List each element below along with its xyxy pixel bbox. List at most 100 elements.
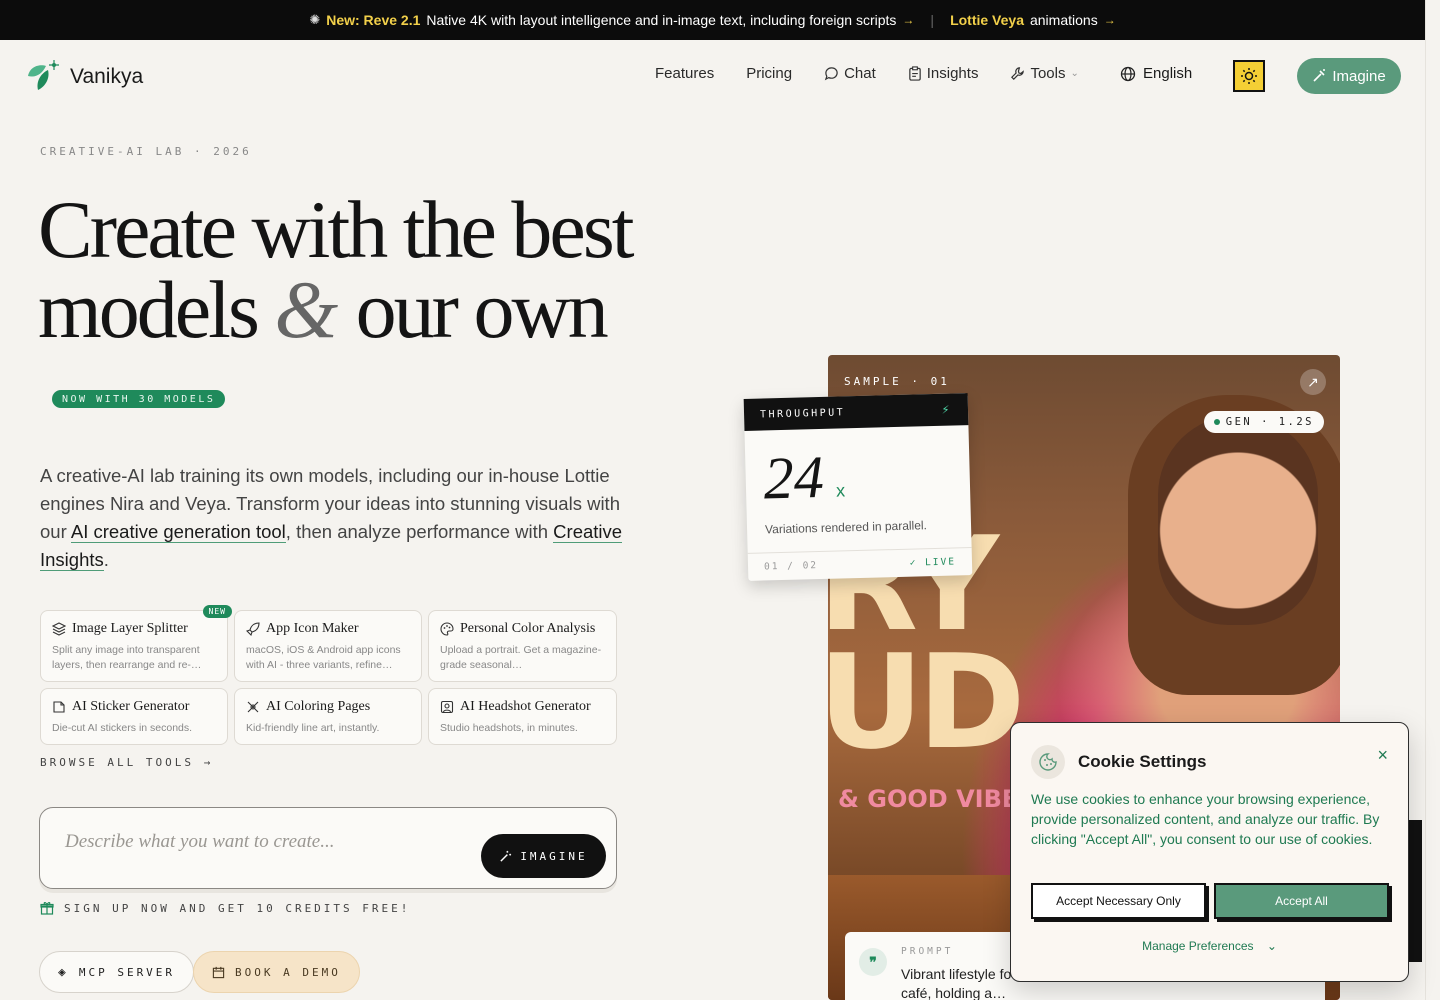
wrench-icon <box>1011 67 1025 80</box>
scrollbar[interactable] <box>1425 0 1440 1000</box>
chat-bubble-icon <box>824 67 838 81</box>
demo-label: BOOK A DEMO <box>235 965 341 979</box>
nav-insights[interactable]: Insights <box>908 65 979 82</box>
magic-wand-icon <box>500 850 512 862</box>
gift-icon <box>40 902 54 915</box>
divider: | <box>930 12 935 28</box>
live-dot <box>1213 419 1220 425</box>
hero-title-line2: models & our own <box>38 269 632 351</box>
sparkle-icon: ✺ <box>309 12 321 27</box>
language-label: English <box>1143 65 1193 82</box>
tool-title: App Icon Maker <box>266 621 359 636</box>
announcement-bar[interactable]: ✺ New: Reve 2.1 Native 4K with layout in… <box>0 0 1425 40</box>
cookie-settings-dialog: Cookie Settings × We use cookies to enha… <box>1010 722 1409 982</box>
tool-title: Personal Color Analysis <box>460 621 596 636</box>
chevron-down-icon: ⌄ <box>1070 68 1079 79</box>
tool-card-color-analysis[interactable]: Personal Color Analysis Upload a portrai… <box>428 610 617 682</box>
throughput-card: THROUGHPUT ⚡ 24 x Variations rendered in… <box>743 393 973 581</box>
announce-new-text: Native 4K with layout intelligence and i… <box>426 12 897 28</box>
nav-tools[interactable]: Tools ⌄ <box>1010 65 1079 82</box>
brand-logo[interactable]: Vanikya <box>24 60 143 94</box>
nav-chat[interactable]: Chat <box>824 65 876 82</box>
throughput-live: ✓ LIVE <box>909 556 957 569</box>
hero-title: Create with the best models & our own <box>38 189 635 351</box>
book-demo-button[interactable]: BOOK A DEMO <box>193 951 360 993</box>
tool-title: AI Headshot Generator <box>460 699 591 714</box>
throughput-page: 01 / 02 <box>763 560 819 573</box>
models-badge: NOW WITH 30 MODELS <box>52 390 226 408</box>
sample-vibes-text: & GOOD VIBES <box>838 785 1036 813</box>
globe-icon <box>1120 66 1136 81</box>
tool-desc: Kid-friendly line art, instantly. <box>246 722 380 734</box>
gen-time-badge: GEN · 1.2S <box>1203 411 1324 433</box>
calendar-icon <box>212 966 225 978</box>
tool-card-layer-splitter[interactable]: Image Layer Splitter Split any image int… <box>40 605 232 682</box>
nav-insights-label: Insights <box>926 65 979 82</box>
chevron-down-icon: ⌄ <box>1266 939 1277 953</box>
throughput-unit: x <box>835 480 846 501</box>
prompt-box[interactable]: Describe what you want to create... IMAG… <box>39 807 617 889</box>
signup-note: SIGN UP NOW AND GET 10 CREDITS FREE! <box>40 901 410 915</box>
expand-arrow-icon[interactable]: ↗ <box>1300 369 1326 395</box>
cookie-glyph-icon <box>1039 753 1057 771</box>
mcp-label: MCP SERVER <box>78 965 176 979</box>
arrow-right-icon: → <box>1103 13 1116 27</box>
throughput-value: 24 <box>762 443 825 512</box>
nav-features[interactable]: Features <box>655 65 714 82</box>
cookie-body: We use cookies to enhance your browsing … <box>1031 791 1380 847</box>
brand-name: Vanikya <box>70 65 144 88</box>
hero-title-amp: & <box>274 264 339 355</box>
tool-card-headshot[interactable]: AI Headshot Generator Studio headshots, … <box>428 688 617 745</box>
gen-time-label: GEN · 1.2S <box>1225 416 1314 428</box>
sample-face-shape <box>1158 415 1318 625</box>
cookie-icon <box>1031 745 1065 779</box>
theme-toggle[interactable] <box>1233 60 1265 92</box>
nav-pricing[interactable]: Pricing <box>746 65 792 82</box>
prompt-imagine-label: IMAGINE <box>520 849 588 863</box>
brush-icon <box>247 701 259 713</box>
accept-all-button[interactable]: Accept All <box>1214 883 1389 919</box>
new-badge: NEW <box>202 605 232 618</box>
announce-lottie-label: Lottie Veya <box>950 12 1024 28</box>
tool-card-app-icon[interactable]: App Icon Maker macOS, iOS & Android app … <box>234 610 422 682</box>
ai-generation-link[interactable]: AI creative generation tool <box>70 521 286 543</box>
accept-necessary-button[interactable]: Accept Necessary Only <box>1031 883 1206 919</box>
leaf-logo-icon <box>28 60 59 90</box>
site-header: Vanikya Features Pricing Chat Insights T… <box>0 40 1425 112</box>
lead-text-3: . <box>103 549 109 570</box>
language-selector[interactable]: English <box>1120 65 1192 82</box>
throughput-label: THROUGHPUT <box>759 406 846 421</box>
tool-title: AI Coloring Pages <box>266 699 371 714</box>
magic-wand-icon <box>1313 69 1326 82</box>
lead-text-2: , then analyze performance with <box>285 521 554 542</box>
clipboard-icon <box>908 66 921 81</box>
imagine-button[interactable]: Imagine <box>1297 58 1401 94</box>
prompt-imagine-button[interactable]: IMAGINE <box>481 834 606 878</box>
rocket-icon <box>246 622 260 636</box>
nav-chat-label: Chat <box>844 65 876 82</box>
tool-card-coloring[interactable]: AI Coloring Pages Kid-friendly line art,… <box>234 688 422 745</box>
cookie-title: Cookie Settings <box>1078 752 1207 771</box>
mcp-server-button[interactable]: ◈ MCP SERVER <box>39 951 195 993</box>
manage-preferences-link[interactable]: Manage Preferences ⌄ <box>1011 939 1408 953</box>
tool-desc: Studio headshots, in minutes. <box>440 722 578 734</box>
sample-label: SAMPLE · 01 <box>844 375 950 388</box>
palette-icon <box>440 622 454 636</box>
quote-icon: ❞ <box>859 948 887 976</box>
throughput-header: THROUGHPUT ⚡ <box>743 393 969 431</box>
browse-all-tools-link[interactable]: BROWSE ALL TOOLS → <box>40 756 213 769</box>
tool-card-sticker[interactable]: AI Sticker Generator Die-cut AI stickers… <box>40 688 228 745</box>
layers-icon <box>52 622 66 636</box>
tool-title: Image Layer Splitter <box>72 621 188 636</box>
tools-grid: Image Layer Splitter Split any image int… <box>40 605 617 745</box>
close-icon[interactable]: × <box>1377 745 1388 766</box>
tool-desc: Split any image into transparent layers,… <box>52 644 202 671</box>
throughput-footer: 01 / 02 ✓ LIVE <box>747 547 973 581</box>
tool-desc: Die-cut AI stickers in seconds. <box>52 722 193 734</box>
hero-title-own: our own <box>355 264 609 355</box>
nav-tools-label: Tools <box>1030 65 1066 82</box>
hero-eyebrow: CREATIVE-AI LAB · 2026 <box>40 145 252 158</box>
tool-desc: macOS, iOS & Android app icons with AI -… <box>246 644 401 671</box>
prompt-placeholder[interactable]: Describe what you want to create... <box>65 831 334 853</box>
sun-icon <box>1241 68 1257 84</box>
